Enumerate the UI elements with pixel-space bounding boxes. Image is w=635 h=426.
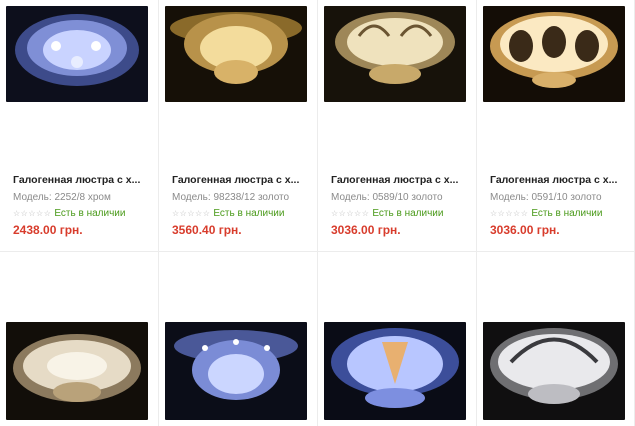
divider xyxy=(0,251,635,252)
rating-stock-row: ☆☆☆☆☆ Есть в наличии xyxy=(490,208,602,219)
product-model: Модель: 0589/10 золото xyxy=(331,192,443,203)
stock-status: Есть в наличии xyxy=(54,208,126,219)
rating-stock-row: ☆☆☆☆☆ Есть в наличии xyxy=(172,208,284,219)
product-image[interactable] xyxy=(483,6,625,102)
product-title[interactable]: Галогенная люстра с х... xyxy=(13,174,161,186)
product-title[interactable]: Галогенная люстра с х... xyxy=(490,174,635,186)
stock-status: Есть в наличии xyxy=(213,208,285,219)
product-model: Модель: 2252/8 хром xyxy=(13,192,111,203)
product-model: Модель: 98238/12 золото xyxy=(172,192,290,203)
rating-stock-row: ☆☆☆☆☆ Есть в наличии xyxy=(13,208,125,219)
product-price: 3560.40 грн. xyxy=(172,223,242,237)
star-outline-icon: ☆☆☆☆☆ xyxy=(13,209,52,218)
product-image[interactable] xyxy=(324,6,466,102)
stock-status: Есть в наличии xyxy=(531,208,603,219)
product-price: 3036.00 грн. xyxy=(490,223,560,237)
product-image[interactable] xyxy=(6,6,148,102)
product-price: 2438.00 грн. xyxy=(13,223,83,237)
product-title[interactable]: Галогенная люстра с х... xyxy=(331,174,479,186)
product-image[interactable] xyxy=(165,6,307,102)
star-outline-icon: ☆☆☆☆☆ xyxy=(331,209,370,218)
divider xyxy=(158,0,159,426)
rating-stock-row: ☆☆☆☆☆ Есть в наличии xyxy=(331,208,443,219)
divider xyxy=(317,0,318,426)
star-outline-icon: ☆☆☆☆☆ xyxy=(490,209,529,218)
product-title[interactable]: Галогенная люстра с х... xyxy=(172,174,320,186)
product-image[interactable] xyxy=(6,322,148,420)
divider xyxy=(476,0,477,426)
product-grid: Галогенная люстра с х... Модель: 2252/8 … xyxy=(0,0,635,426)
product-image[interactable] xyxy=(324,322,466,420)
product-price: 3036.00 грн. xyxy=(331,223,401,237)
product-model: Модель: 0591/10 золото xyxy=(490,192,602,203)
product-image[interactable] xyxy=(483,322,625,420)
stock-status: Есть в наличии xyxy=(372,208,444,219)
product-image[interactable] xyxy=(165,322,307,420)
star-outline-icon: ☆☆☆☆☆ xyxy=(172,209,211,218)
